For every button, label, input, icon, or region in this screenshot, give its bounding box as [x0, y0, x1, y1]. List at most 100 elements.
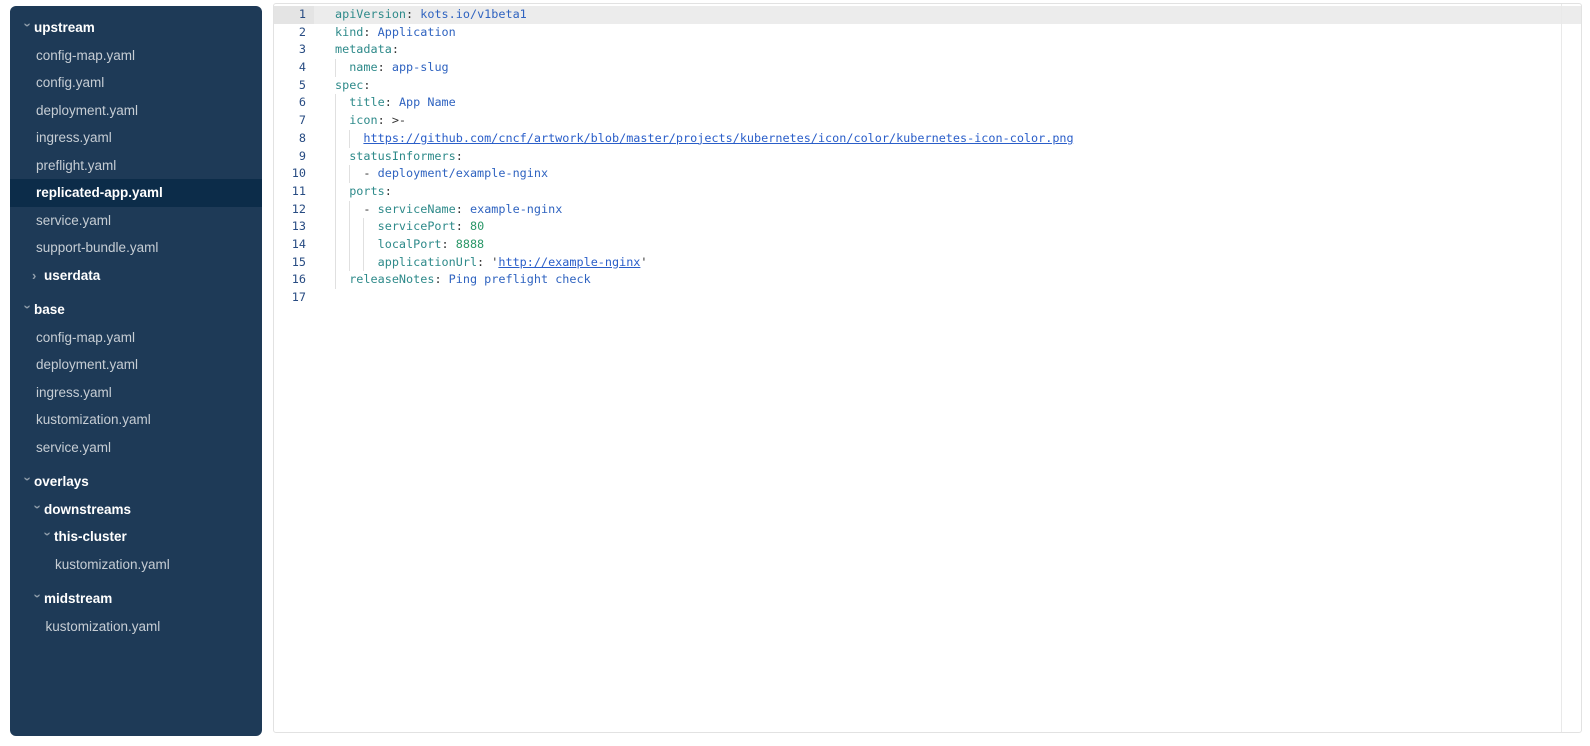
code-line-content[interactable]: statusInformers:	[314, 148, 1581, 166]
indent-guide	[335, 148, 349, 166]
code-line-content[interactable]: - serviceName: example-nginx	[314, 201, 1581, 219]
token-key: localPort	[378, 237, 442, 251]
tree-file-deployment-yaml[interactable]: deployment.yaml	[10, 351, 262, 379]
line-number: 15	[274, 254, 314, 272]
indent-guide	[349, 236, 363, 254]
indent-guide	[363, 254, 377, 272]
tree-item-label: ingress.yaml	[36, 385, 112, 400]
tree-folder-overlays[interactable]: ›overlays	[10, 468, 262, 496]
code-line-content[interactable]: localPort: 8888	[314, 236, 1581, 254]
code-line-content[interactable]: metadata:	[314, 41, 1581, 59]
indent-guide	[363, 236, 377, 254]
tree-folder-upstream[interactable]: ›upstream	[10, 14, 262, 42]
code-line[interactable]: 10- deployment/example-nginx	[274, 165, 1581, 183]
code-line[interactable]: 14localPort: 8888	[274, 236, 1581, 254]
code-line[interactable]: 15applicationUrl: 'http://example-nginx'	[274, 254, 1581, 272]
code-line-content[interactable]: name: app-slug	[314, 59, 1581, 77]
token-key: servicePort	[378, 219, 456, 233]
token-p: :	[442, 237, 456, 251]
chevron-down-icon[interactable]: ›	[22, 305, 35, 317]
code-line-content[interactable]: kind: Application	[314, 24, 1581, 42]
tree-file-config-map-yaml[interactable]: config-map.yaml	[10, 324, 262, 352]
tree-file-config-yaml[interactable]: config.yaml	[10, 69, 262, 97]
tree-file-ingress-yaml[interactable]: ingress.yaml	[10, 379, 262, 407]
code-line[interactable]: 8https://github.com/cncf/artwork/blob/ma…	[274, 130, 1581, 148]
code-line-content[interactable]: title: App Name	[314, 94, 1581, 112]
indent-guide	[349, 130, 363, 148]
indent-guide	[335, 218, 349, 236]
code-line[interactable]: 9statusInformers:	[274, 148, 1581, 166]
token-link[interactable]: http://example-nginx	[498, 255, 640, 269]
code-line-content[interactable]: https://github.com/cncf/artwork/blob/mas…	[314, 130, 1581, 148]
code-line[interactable]: 1apiVersion: kots.io/v1beta1	[274, 6, 1581, 24]
tree-file-service-yaml[interactable]: service.yaml	[10, 434, 262, 462]
indent-guide	[335, 183, 349, 201]
line-number: 6	[274, 94, 314, 112]
tree-folder-base[interactable]: ›base	[10, 296, 262, 324]
token-p: :	[456, 202, 470, 216]
code-line[interactable]: 3metadata:	[274, 41, 1581, 59]
editor-code-area[interactable]: 1apiVersion: kots.io/v1beta12kind: Appli…	[274, 6, 1581, 307]
tree-file-preflight-yaml[interactable]: preflight.yaml	[10, 152, 262, 180]
token-key: title	[349, 95, 385, 109]
tree-folder-downstreams[interactable]: ›downstreams	[10, 496, 262, 524]
tree-item-label: preflight.yaml	[36, 158, 116, 173]
code-line[interactable]: 6title: App Name	[274, 94, 1581, 112]
chevron-down-icon[interactable]: ›	[32, 505, 45, 517]
indent-guide	[335, 201, 349, 219]
tree-file-kustomization-yaml[interactable]: kustomization.yaml	[10, 406, 262, 434]
indent-guide	[335, 94, 349, 112]
tree-file-config-map-yaml[interactable]: config-map.yaml	[10, 42, 262, 70]
indent-guide	[335, 112, 349, 130]
token-str: deployment/example-nginx	[378, 166, 548, 180]
code-line[interactable]: 13servicePort: 80	[274, 218, 1581, 236]
tree-file-kustomization-yaml[interactable]: kustomization.yaml	[10, 551, 262, 579]
yaml-editor[interactable]: 1apiVersion: kots.io/v1beta12kind: Appli…	[273, 3, 1582, 733]
code-line-content[interactable]: - deployment/example-nginx	[314, 165, 1581, 183]
indent-guide	[335, 59, 349, 77]
token-num: 80	[470, 219, 484, 233]
tree-file-replicated-app-yaml[interactable]: replicated-app.yaml	[10, 179, 262, 207]
code-line[interactable]: 7icon: >-	[274, 112, 1581, 130]
tree-folder-this-cluster[interactable]: ›this-cluster	[10, 523, 262, 551]
tree-file-kustomization-yaml[interactable]: kustomization.yaml	[10, 613, 262, 641]
tree-item-label: this-cluster	[54, 529, 127, 544]
code-line-content[interactable]: servicePort: 80	[314, 218, 1581, 236]
tree-file-deployment-yaml[interactable]: deployment.yaml	[10, 97, 262, 125]
code-line-content[interactable]	[314, 289, 1581, 307]
code-line[interactable]: 2kind: Application	[274, 24, 1581, 42]
code-line[interactable]: 17	[274, 289, 1581, 307]
code-line-content[interactable]: ports:	[314, 183, 1581, 201]
code-line-content[interactable]: icon: >-	[314, 112, 1581, 130]
chevron-down-icon[interactable]: ›	[22, 23, 35, 35]
token-p: :	[378, 60, 392, 74]
line-number: 5	[274, 77, 314, 95]
file-tree-sidebar: ›upstreamconfig-map.yamlconfig.yamldeplo…	[10, 6, 262, 736]
tree-file-ingress-yaml[interactable]: ingress.yaml	[10, 124, 262, 152]
code-line-content[interactable]: applicationUrl: 'http://example-nginx'	[314, 254, 1581, 272]
code-line[interactable]: 16releaseNotes: Ping preflight check	[274, 271, 1581, 289]
token-p: -	[363, 202, 377, 216]
tree-folder-midstream[interactable]: ›midstream	[10, 585, 262, 613]
line-number: 13	[274, 218, 314, 236]
code-line[interactable]: 4name: app-slug	[274, 59, 1581, 77]
code-line-content[interactable]: apiVersion: kots.io/v1beta1	[314, 6, 1581, 24]
editor-scrollbar-track[interactable]	[1561, 4, 1581, 732]
chevron-down-icon[interactable]: ›	[42, 532, 55, 544]
token-key: spec	[335, 78, 363, 92]
code-line[interactable]: 12- serviceName: example-nginx	[274, 201, 1581, 219]
code-line-content[interactable]: spec:	[314, 77, 1581, 95]
line-number: 10	[274, 165, 314, 183]
token-str: Ping preflight check	[449, 272, 591, 286]
chevron-down-icon[interactable]: ›	[32, 594, 45, 606]
tree-folder-userdata[interactable]: ›userdata	[10, 262, 262, 290]
code-line[interactable]: 5spec:	[274, 77, 1581, 95]
chevron-right-icon[interactable]: ›	[32, 269, 44, 282]
tree-file-service-yaml[interactable]: service.yaml	[10, 207, 262, 235]
tree-item-label: ingress.yaml	[36, 130, 112, 145]
code-line[interactable]: 11ports:	[274, 183, 1581, 201]
code-line-content[interactable]: releaseNotes: Ping preflight check	[314, 271, 1581, 289]
tree-file-support-bundle-yaml[interactable]: support-bundle.yaml	[10, 234, 262, 262]
token-link[interactable]: https://github.com/cncf/artwork/blob/mas…	[363, 131, 1073, 145]
chevron-down-icon[interactable]: ›	[22, 477, 35, 489]
